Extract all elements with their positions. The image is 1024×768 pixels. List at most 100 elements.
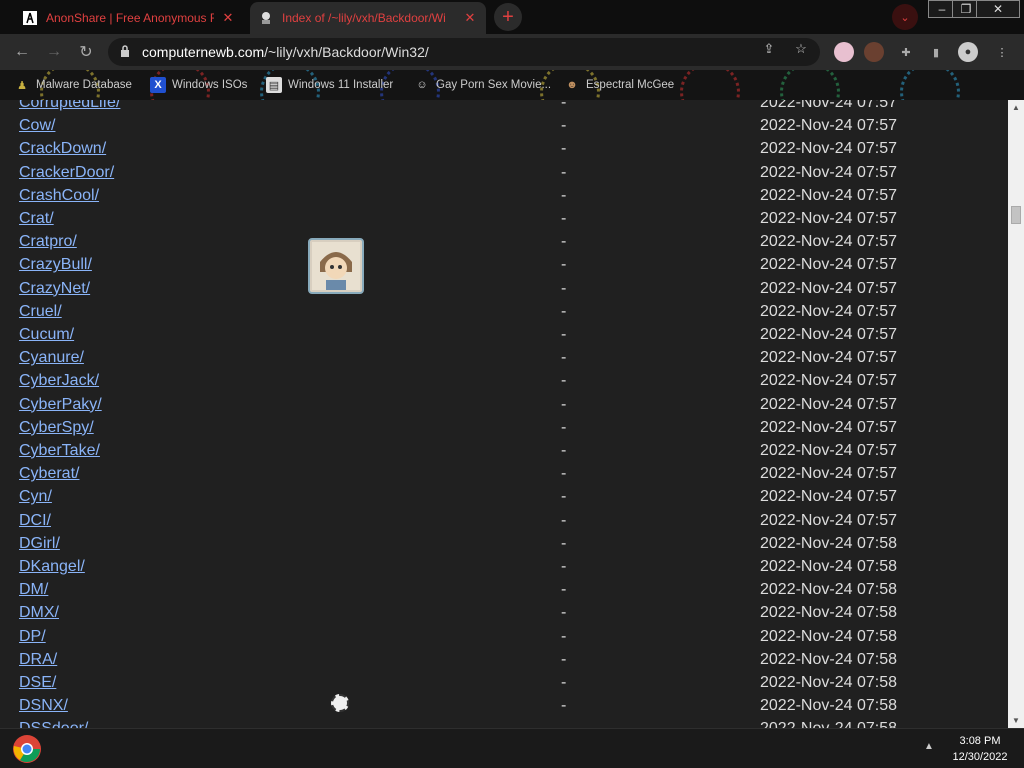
directory-link[interactable]: CrazyBull/: [19, 256, 92, 274]
date-cell: 2022-Nov-24 07:58: [760, 604, 897, 622]
extension-avatar-icon[interactable]: [864, 42, 884, 62]
menu-kebab-icon[interactable]: ⋮: [992, 42, 1012, 62]
date-cell: 2022-Nov-24 07:58: [760, 534, 897, 552]
date-cell: 2022-Nov-24 07:58: [760, 650, 897, 668]
browser-toolbar: ← → ↻ computernewb.com/~lily/vxh/Backdoo…: [0, 34, 1024, 70]
directory-link[interactable]: CyberPaky/: [19, 396, 102, 414]
listing-row: Cyberat/ - 2022-Nov-24 07:57: [0, 463, 1008, 486]
listing-row: DKangel/ - 2022-Nov-24 07:58: [0, 556, 1008, 579]
directory-link[interactable]: CorruptedLife/: [19, 100, 120, 112]
clock-time: 3:08 PM: [959, 735, 1001, 747]
scrollbar-thumb[interactable]: [1011, 206, 1021, 224]
directory-link[interactable]: CyberSpy/: [19, 419, 94, 437]
directory-link[interactable]: Cruel/: [19, 303, 62, 321]
bookmark-windows-isos[interactable]: X Windows ISOs: [150, 76, 247, 94]
date-cell: 2022-Nov-24 07:57: [760, 163, 897, 181]
chrome-taskbar-icon[interactable]: [10, 733, 44, 765]
listing-row: Cucum/ - 2022-Nov-24 07:57: [0, 324, 1008, 347]
tab-close-icon[interactable]: ✕: [462, 10, 478, 26]
lock-icon[interactable]: [120, 44, 136, 60]
directory-link[interactable]: Cyberat/: [19, 465, 79, 483]
listing-row: DSSdoor/ - 2022-Nov-24 07:58: [0, 718, 1008, 728]
size-cell: -: [561, 418, 567, 436]
profile-icon[interactable]: ●: [958, 42, 978, 62]
tab-anonshare[interactable]: AnonShare | Free Anonymous File ✕: [14, 2, 244, 34]
directory-link[interactable]: CrazyNet/: [19, 280, 90, 298]
tab-index-of[interactable]: Index of /~lily/vxh/Backdoor/Wi ✕: [250, 2, 486, 34]
malware-db-icon: ♟: [17, 79, 27, 92]
date-cell: 2022-Nov-24 07:57: [760, 302, 897, 320]
date-cell: 2022-Nov-24 07:57: [760, 511, 897, 529]
directory-link[interactable]: CrackerDoor/: [19, 164, 114, 182]
date-cell: 2022-Nov-24 07:57: [760, 349, 897, 367]
date-cell: 2022-Nov-24 07:57: [760, 279, 897, 297]
date-cell: 2022-Nov-24 07:58: [760, 581, 897, 599]
scroll-up-arrow-icon[interactable]: ▲: [1012, 103, 1020, 112]
share-icon[interactable]: ⇪: [760, 40, 778, 58]
tab-close-icon[interactable]: ✕: [220, 10, 236, 26]
tab-search-button[interactable]: ⌄: [892, 4, 918, 30]
url-path: /~lily/vxh/Backdoor/Win32/: [264, 44, 429, 60]
directory-link[interactable]: Cratpro/: [19, 233, 77, 251]
extensions-puzzle-icon[interactable]: ✚: [896, 42, 916, 62]
reload-icon[interactable]: ↻: [76, 42, 96, 62]
directory-link[interactable]: DP/: [19, 628, 46, 646]
tray-overflow-chevron-icon[interactable]: ▲: [924, 741, 934, 752]
directory-link[interactable]: DSSdoor/: [19, 720, 88, 728]
listing-row: Cruel/ - 2022-Nov-24 07:57: [0, 301, 1008, 324]
listing-row: CyberJack/ - 2022-Nov-24 07:57: [0, 370, 1008, 393]
ghost-icon: ☺: [416, 79, 428, 91]
date-cell: 2022-Nov-24 07:57: [760, 465, 897, 483]
page-scrollbar[interactable]: ▲ ▼: [1008, 100, 1024, 728]
floating-avatar-widget[interactable]: [308, 238, 364, 294]
directory-link[interactable]: DM/: [19, 581, 48, 599]
forward-arrow-icon[interactable]: →: [44, 42, 64, 62]
back-arrow-icon[interactable]: ←: [12, 42, 32, 62]
directory-link[interactable]: CrackDown/: [19, 140, 106, 158]
size-cell: -: [561, 627, 567, 645]
directory-link[interactable]: Cyn/: [19, 488, 52, 506]
url-text[interactable]: computernewb.com/~lily/vxh/Backdoor/Win3…: [142, 44, 429, 60]
system-clock[interactable]: 3:08 PM 12/30/2022: [940, 733, 1020, 765]
bookmark-malware-database[interactable]: ♟ Malware Database: [14, 76, 132, 94]
directory-link[interactable]: DSE/: [19, 674, 56, 692]
bookmark-label: Malware Database: [36, 79, 132, 91]
extension-flag-icon[interactable]: [834, 42, 854, 62]
bookmark-espectral-mcgee[interactable]: ☻ Espectral McGee: [564, 76, 674, 94]
bookmark-label: Windows ISOs: [172, 79, 248, 91]
bookmark-windows-11-installer[interactable]: ▤ Windows 11 Installer: [266, 76, 393, 94]
date-cell: 2022-Nov-24 07:57: [760, 256, 897, 274]
directory-link[interactable]: DGirl/: [19, 535, 60, 553]
size-cell: -: [561, 163, 567, 181]
size-cell: -: [561, 674, 567, 691]
size-cell: -: [561, 558, 567, 575]
directory-link[interactable]: DCI/: [19, 512, 51, 530]
directory-link[interactable]: DRA/: [19, 651, 57, 669]
close-window-button[interactable]: ✕: [976, 0, 1020, 18]
loading-cursor-icon: [331, 694, 349, 712]
size-cell: -: [561, 511, 567, 529]
date-cell: 2022-Nov-24 07:58: [760, 697, 897, 715]
directory-link[interactable]: DKangel/: [19, 558, 85, 576]
date-cell: 2022-Nov-24 07:58: [760, 627, 897, 645]
listing-row: Cratpro/ - 2022-Nov-24 07:57: [0, 231, 1008, 254]
side-panel-icon[interactable]: ▮: [926, 42, 946, 62]
directory-link[interactable]: Crat/: [19, 210, 54, 228]
bookmark-movie[interactable]: ☺ Gay Porn Sex Movie...: [414, 76, 551, 94]
directory-link[interactable]: Cow/: [19, 117, 55, 135]
directory-link[interactable]: CrashCool/: [19, 187, 99, 205]
date-cell: 2022-Nov-24 07:58: [760, 674, 897, 691]
bookmark-star-icon[interactable]: ☆: [792, 40, 810, 58]
date-cell: 2022-Nov-24 07:57: [760, 395, 897, 413]
size-cell: -: [561, 279, 567, 297]
directory-link[interactable]: DSNX/: [19, 697, 68, 715]
directory-link[interactable]: CyberTake/: [19, 442, 100, 460]
directory-link[interactable]: CyberJack/: [19, 372, 99, 390]
address-bar[interactable]: computernewb.com/~lily/vxh/Backdoor/Win3…: [108, 38, 820, 66]
new-tab-button[interactable]: +: [494, 3, 522, 31]
directory-link[interactable]: DMX/: [19, 604, 59, 622]
tab-title: AnonShare | Free Anonymous File: [46, 11, 214, 25]
scroll-down-arrow-icon[interactable]: ▼: [1012, 716, 1020, 725]
directory-link[interactable]: Cyanure/: [19, 349, 84, 367]
directory-link[interactable]: Cucum/: [19, 326, 74, 344]
